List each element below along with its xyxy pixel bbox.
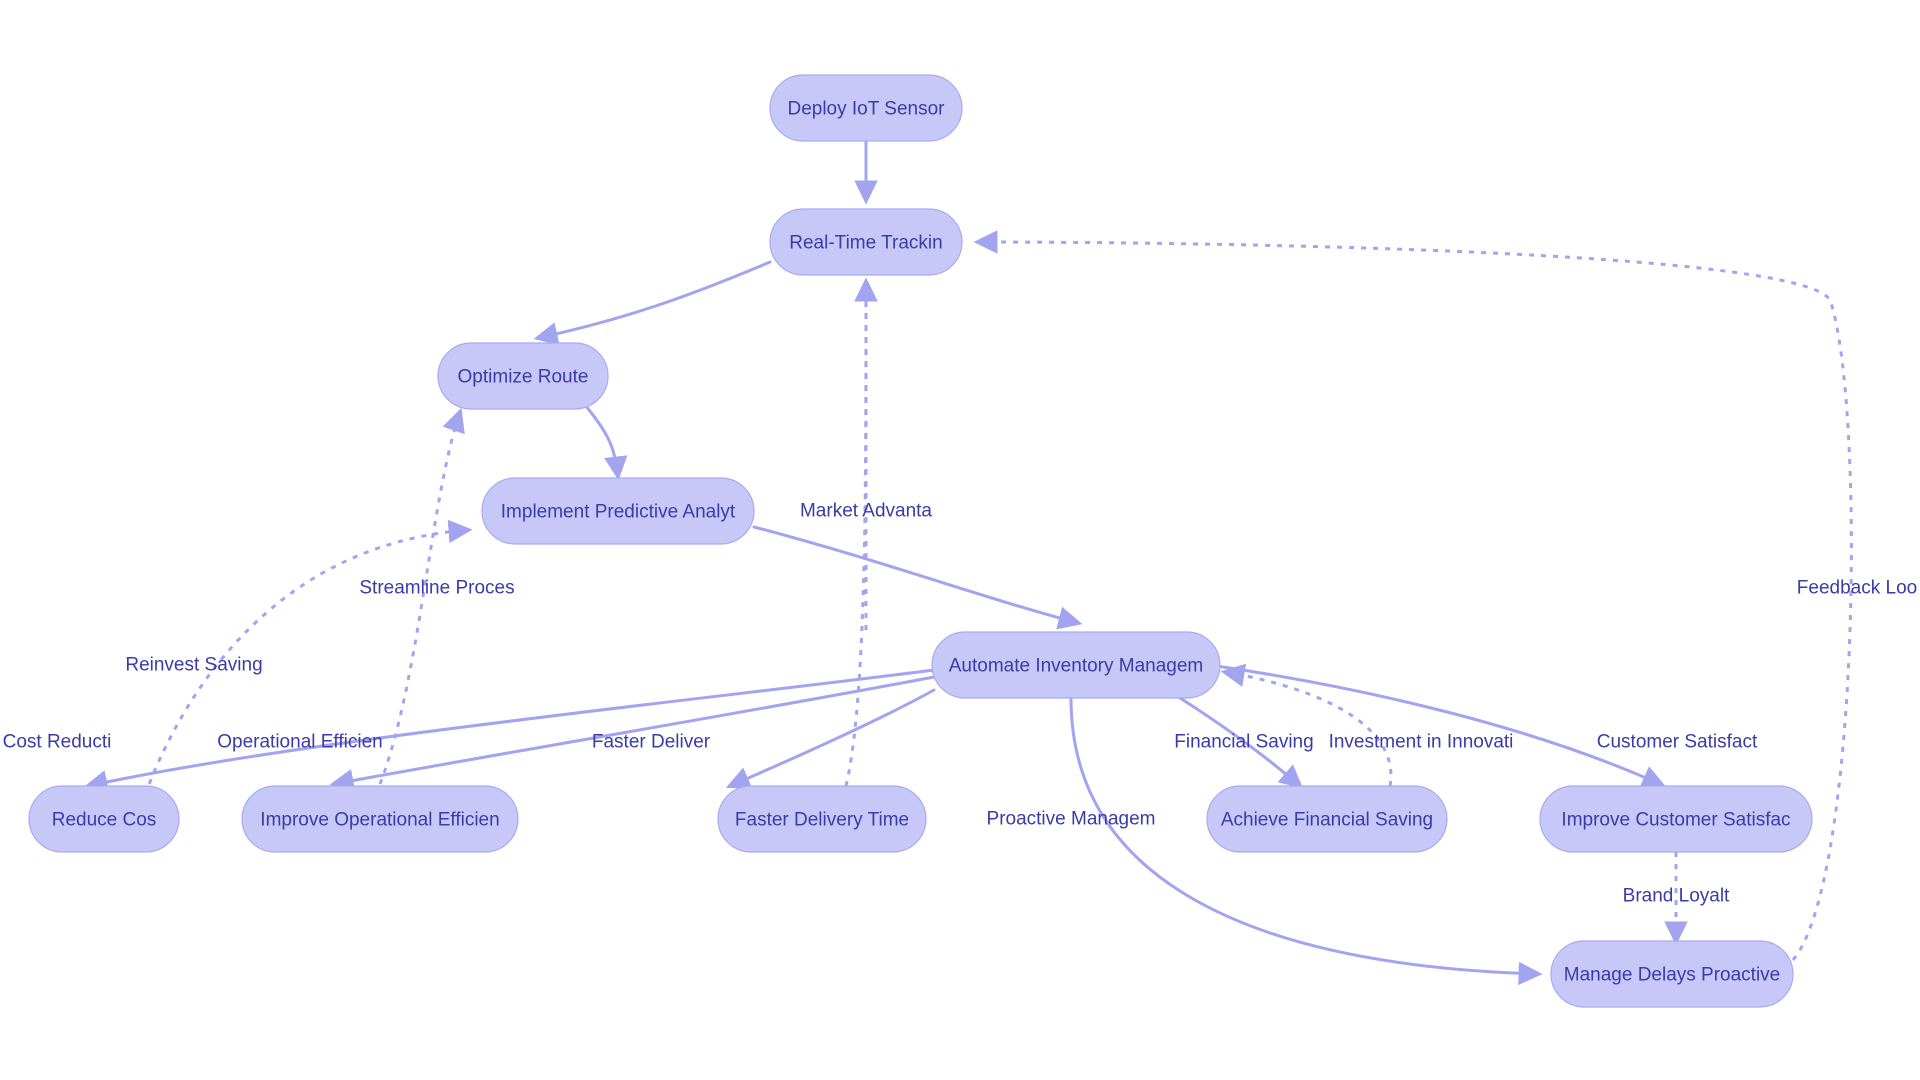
edge-e_automate_operational [329,675,936,793]
edge-label-financial_savings_lbl: Financial Saving [1174,732,1313,753]
edge-e_faster_realtime [844,277,878,787]
edge-label-market_advantage: Market Advanta [800,501,932,522]
edge-label-cost_reduction: Cost Reducti [3,732,112,753]
edge-label-proactive_management: Proactive Managem [987,809,1156,830]
edge-label-investment_innovation: Investment in Innovati [1329,732,1514,753]
node-label: Faster Delivery Time [735,810,909,831]
node-label: Automate Inventory Managem [949,656,1204,677]
node-label: Deploy IoT Sensor [787,99,945,120]
node-label: Manage Delays Proactive [1564,965,1781,986]
node-label: Improve Operational Efficien [260,810,499,831]
edge-label-faster_delivery_lbl: Faster Deliver [592,732,711,753]
node-optimize_routes[interactable]: Optimize Route [437,342,609,410]
edge-e_realtime_optimize [533,260,772,346]
edge-e_optimize_predictive [583,403,628,481]
node-label: Improve Customer Satisfac [1561,810,1790,831]
node-label: Optimize Route [458,367,589,388]
node-predictive[interactable]: Implement Predictive Analyt [481,477,755,545]
node-faster_delivery[interactable]: Faster Delivery Time [717,785,927,853]
edge-label-brand_loyalty: Brand Loyalt [1623,886,1730,907]
edge-label-feedback_loop: Feedback Loo [1797,578,1917,599]
node-manage_delays[interactable]: Manage Delays Proactive [1550,940,1794,1008]
node-financial_savings[interactable]: Achieve Financial Saving [1206,785,1448,853]
node-deploy_iot[interactable]: Deploy IoT Sensor [769,74,963,142]
node-label: Reduce Cos [52,810,157,831]
edge-label-streamline_process: Streamline Proces [359,578,514,599]
nodes-layer: Deploy IoT Sensor Real-Time Trackin Optimi… [28,74,1813,1008]
edge-label-reinvest_savings: Reinvest Saving [125,655,262,676]
node-customer_sat[interactable]: Improve Customer Satisfac [1539,785,1813,853]
node-operational_eff[interactable]: Improve Operational Efficien [241,785,519,853]
edge-e_predictive_automate [752,525,1083,630]
node-label: Real-Time Trackin [789,233,942,254]
node-label: Achieve Financial Saving [1221,810,1433,831]
node-label: Implement Predictive Analyt [501,502,736,523]
edge-label-operational_efficiency: Operational Efficien [217,732,382,753]
flowchart-canvas: Deploy IoT Sensor Real-Time Trackin Optimi… [0,0,1920,1080]
edge-label-customer_satisfaction: Customer Satisfact [1597,732,1758,753]
node-automate_inv[interactable]: Automate Inventory Managem [931,631,1221,699]
node-reduce_costs[interactable]: Reduce Cos [28,785,180,853]
node-realtime[interactable]: Real-Time Trackin [769,208,963,276]
flowchart-svg: Deploy IoT Sensor Real-Time Trackin Optimi… [3,74,1917,1008]
edge-e_financial_automate [1220,663,1393,787]
edge-e_automate_faster [725,688,936,789]
edge-e_automate_reduce [83,668,936,794]
